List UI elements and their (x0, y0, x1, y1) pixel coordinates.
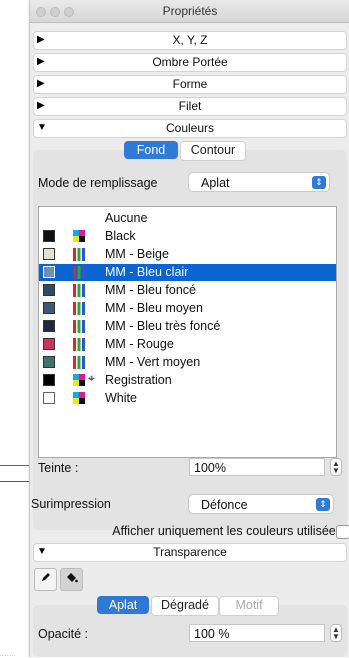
section-forme[interactable]: ▶ Forme (33, 75, 347, 94)
rgb-bars-icon (73, 302, 85, 315)
rgb-bars-icon (73, 266, 85, 279)
section-filet-label: Filet (178, 99, 202, 113)
window-title: Propriétés (162, 4, 218, 18)
opacite-stepper[interactable]: ▲ ▼ (330, 624, 342, 642)
fill-bucket-icon (67, 573, 78, 583)
properties-panel: Propriétés ▶ X, Y, Z ▶ Ombre Portée ▶ Fo… (29, 0, 349, 657)
cmyk-squares-icon (73, 230, 85, 243)
swatch-name: MM - Bleu foncé (105, 283, 197, 297)
swatch-name: Black (105, 229, 136, 243)
swatch-row[interactable]: MM - Vert moyen (39, 354, 336, 371)
swatch-row[interactable]: Black (39, 228, 336, 245)
tab-motif: Motif (219, 596, 279, 616)
section-couleurs[interactable]: ▼ Couleurs (33, 119, 347, 138)
swatch-name: Registration (105, 373, 172, 387)
color-swatch (43, 392, 55, 404)
pen-tool-button[interactable] (34, 568, 57, 591)
swatch-row[interactable]: Aucune (39, 210, 336, 227)
guide-line-red (0, 465, 30, 466)
section-xyz-label: X, Y, Z (172, 33, 208, 47)
registration-icon: ⌖ (73, 371, 95, 387)
teinte-field[interactable]: 100% (189, 458, 325, 476)
swatch-list[interactable]: Aucune Black MM - Beige MM - Bleu clair MM -… (38, 206, 337, 458)
swatch-name: White (105, 391, 137, 405)
rgb-bars-icon (73, 284, 85, 297)
title-bar[interactable]: Propriétés (30, 0, 349, 23)
swatch-name: MM - Bleu très foncé (105, 319, 221, 333)
swatch-row[interactable]: MM - Rouge (39, 336, 336, 353)
teinte-label: Teinte : (38, 461, 79, 475)
swatch-name: MM - Vert moyen (105, 355, 201, 369)
swatch-name: MM - Beige (105, 247, 169, 261)
background-fragment: ......... (0, 652, 16, 658)
tab-degrade[interactable]: Dégradé (151, 596, 219, 616)
swatch-row[interactable]: MM - Bleu clair (39, 264, 336, 281)
color-swatch (43, 284, 55, 296)
rgb-bars-icon (73, 356, 85, 369)
color-swatch (43, 320, 55, 332)
section-ombre-portee[interactable]: ▶ Ombre Portée (33, 53, 347, 72)
color-swatch (43, 248, 55, 260)
section-ombre-portee-label: Ombre Portée (152, 55, 228, 69)
section-couleurs-label: Couleurs (165, 121, 215, 135)
surimpression-value: Défonce (201, 498, 248, 512)
chevron-updown-icon: ⇕ (312, 176, 326, 189)
fill-mode-label: Mode de remplissage (38, 176, 158, 190)
only-used-colors-checkbox[interactable] (336, 525, 349, 539)
crosshair-icon: ⌖ (88, 371, 95, 385)
swatch-name: MM - Bleu moyen (105, 301, 203, 315)
section-forme-label: Forme (172, 77, 208, 91)
guide-line-blue (0, 481, 30, 482)
swatch-row[interactable]: White (39, 390, 336, 407)
color-swatch (43, 338, 55, 350)
section-xyz[interactable]: ▶ X, Y, Z (33, 31, 347, 50)
surimpression-select[interactable]: Défonce ⇕ (188, 494, 334, 514)
swatch-name: Aucune (105, 211, 148, 225)
tab-contour[interactable]: Contour (180, 141, 246, 161)
teinte-stepper[interactable]: ▲ ▼ (330, 458, 342, 476)
fill-tool-button[interactable] (60, 568, 83, 591)
section-transparence[interactable]: ▼ Transparence (33, 543, 347, 562)
cmyk-squares-icon (73, 392, 85, 405)
swatch-row[interactable]: MM - Bleu moyen (39, 300, 336, 317)
rgb-bars-icon (73, 320, 85, 333)
rgb-bars-icon (73, 338, 85, 351)
rgb-bars-icon (73, 248, 85, 261)
fill-mode-select[interactable]: Aplat ⇕ (188, 172, 330, 192)
surimpression-label: Surimpression (31, 497, 111, 511)
color-swatch (43, 302, 55, 314)
color-swatch (43, 374, 55, 386)
swatch-row[interactable]: ⌖ Registration (39, 371, 336, 389)
color-swatch (43, 356, 55, 368)
swatch-row[interactable]: MM - Beige (39, 246, 336, 263)
opacite-label: Opacité : (38, 627, 89, 641)
fill-mode-value: Aplat (201, 176, 230, 190)
swatch-name: MM - Rouge (105, 337, 174, 351)
section-transparence-label: Transparence (153, 545, 227, 559)
pen-icon (41, 573, 50, 581)
chevron-updown-icon: ⇕ (316, 498, 330, 511)
color-swatch (43, 266, 55, 278)
tab-fond[interactable]: Fond (124, 141, 178, 159)
section-filet[interactable]: ▶ Filet (33, 97, 347, 116)
tab-aplat[interactable]: Aplat (97, 596, 149, 614)
opacite-field[interactable]: 100 % (189, 624, 325, 642)
only-used-colors-label: Afficher uniquement les couleurs utilisé… (112, 524, 342, 538)
swatch-row[interactable]: MM - Bleu foncé (39, 282, 336, 299)
color-swatch (43, 230, 55, 242)
swatch-name: MM - Bleu clair (105, 265, 189, 279)
swatch-row[interactable]: MM - Bleu très foncé (39, 318, 336, 335)
